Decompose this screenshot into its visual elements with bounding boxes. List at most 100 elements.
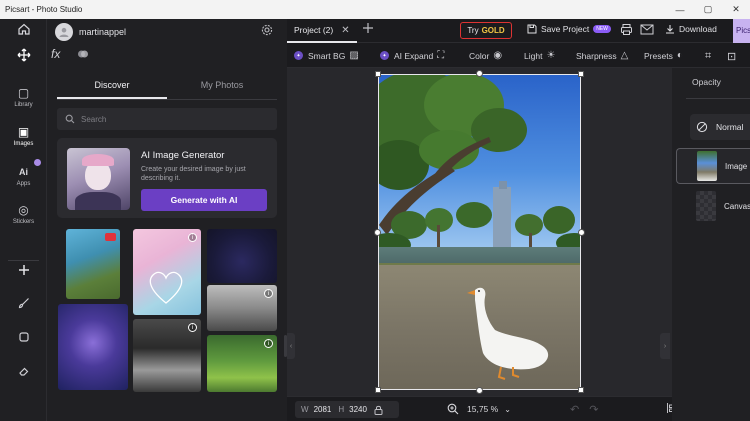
ai-badge-icon: ✦: [294, 51, 303, 60]
eraser-icon: [18, 367, 28, 376]
sharpness-button[interactable]: Sharpness △: [576, 50, 628, 61]
generate-with-ai-button[interactable]: Generate with AI: [141, 189, 267, 211]
photo-thumbnail[interactable]: i: [133, 229, 201, 315]
presets-button[interactable]: Presets ◐: [644, 50, 683, 61]
email-button[interactable]: [640, 23, 654, 39]
window-controls: — ▢ ✕: [666, 0, 750, 19]
apps-icon: Ai: [19, 167, 28, 177]
print-icon: [621, 24, 632, 35]
zoom-control[interactable]: 15,75 % ⌄: [447, 403, 511, 415]
move-tool-button[interactable]: [0, 48, 47, 64]
resize-handle-nw[interactable]: [375, 71, 381, 77]
dimensions-field[interactable]: W 2081 H 3240: [295, 401, 399, 418]
save-project-button[interactable]: Save Project NEW: [527, 24, 611, 34]
sun-icon: ☀: [546, 50, 556, 61]
shape-tool-button[interactable]: [0, 331, 47, 345]
save-icon: [527, 24, 537, 34]
layer-thumbnail: [697, 151, 717, 181]
info-icon[interactable]: i: [264, 339, 273, 348]
info-icon[interactable]: i: [188, 323, 197, 332]
photo-thumbnail[interactable]: i: [207, 285, 277, 331]
tool-label: AI Expand: [394, 50, 434, 61]
rail-item-stickers[interactable]: ◎ Stickers: [0, 203, 47, 225]
tab-discover[interactable]: Discover: [57, 77, 167, 99]
lock-icon[interactable]: [374, 405, 383, 415]
undo-icon[interactable]: ↶: [570, 404, 589, 416]
new-project-button[interactable]: [362, 21, 374, 37]
resize-handle-w[interactable]: [374, 229, 381, 236]
zoom-in-icon[interactable]: [447, 403, 459, 415]
close-window-button[interactable]: ✕: [722, 0, 750, 19]
photo-thumbnail[interactable]: i: [207, 335, 277, 392]
download-button[interactable]: Download: [665, 24, 717, 34]
picsart-brand-button[interactable]: Picsart: [733, 19, 750, 43]
tab-project[interactable]: Project (2) ✕: [287, 19, 357, 43]
transform-button[interactable]: ⊡: [727, 50, 736, 63]
collapse-left-panel-button[interactable]: ‹: [287, 333, 295, 359]
resize-handle-n[interactable]: [476, 70, 483, 77]
ai-expand-button[interactable]: ✦ AI Expand ⛶: [380, 50, 444, 61]
premium-badge: [105, 233, 116, 241]
settings-button[interactable]: [261, 24, 273, 39]
redo-icon[interactable]: ↷: [589, 404, 608, 416]
chevron-down-icon[interactable]: ⌄: [504, 405, 511, 414]
rail-item-apps[interactable]: Ai Apps: [0, 165, 47, 187]
resize-handle-s[interactable]: [476, 387, 483, 394]
blend-mode-select[interactable]: Normal: [690, 114, 750, 140]
add-button[interactable]: [0, 263, 47, 279]
color-button[interactable]: Color ◉: [469, 50, 502, 61]
maximize-button[interactable]: ▢: [694, 0, 722, 19]
goose-shape: [467, 287, 549, 380]
user-profile[interactable]: martinappel: [55, 21, 126, 43]
tab-divider: [686, 98, 750, 99]
collapse-right-panel-button[interactable]: ›: [660, 333, 670, 359]
library-icon: ▢: [17, 86, 30, 100]
smart-bg-button[interactable]: ✦ Smart BG ▨: [294, 50, 359, 61]
layer-item-canvas[interactable]: Canvas: [676, 188, 750, 224]
brush-tool-button[interactable]: [0, 297, 47, 311]
resize-handle-e[interactable]: [578, 229, 585, 236]
info-icon[interactable]: i: [188, 233, 197, 242]
color-icon: ◉: [493, 50, 503, 61]
layer-item-image[interactable]: Image: [676, 148, 750, 184]
rail-item-images[interactable]: ▣ Images: [0, 125, 47, 147]
info-icon[interactable]: i: [264, 289, 273, 298]
fx-button[interactable]: fx: [51, 47, 60, 61]
height-value[interactable]: 3240: [349, 405, 367, 414]
layers-panel: Opacity Normal Image Canvas: [672, 68, 750, 421]
rail-divider: [8, 260, 39, 261]
try-gold-button[interactable]: Try GOLD: [460, 22, 512, 39]
light-button[interactable]: Light ☀: [524, 50, 555, 61]
zoom-level: 15,75 %: [467, 404, 499, 414]
gear-icon: [261, 24, 273, 36]
rail-item-library[interactable]: ▢ Library: [0, 86, 47, 108]
close-tab-icon[interactable]: ✕: [341, 25, 349, 36]
photo-thumbnail[interactable]: [207, 229, 277, 283]
search-input[interactable]: Search: [57, 108, 277, 130]
rail-item-label: Library: [14, 102, 33, 108]
tab-my-photos[interactable]: My Photos: [167, 77, 277, 99]
height-label: H: [338, 405, 345, 414]
effects-row: fx: [51, 47, 90, 61]
ai-generator-card: AI Image Generator Create your desired i…: [57, 138, 277, 218]
width-value[interactable]: 2081: [314, 405, 332, 414]
tool-label: Sharpness: [576, 50, 617, 61]
resize-handle-sw[interactable]: [375, 387, 381, 393]
canvas-image[interactable]: [378, 74, 581, 390]
tab-opacity[interactable]: Opacity: [692, 77, 721, 87]
discover-panel: martinappel fx Discover My Photos Search…: [47, 19, 287, 421]
crop-button[interactable]: ⌗: [705, 50, 711, 63]
drop-icon: △: [620, 50, 629, 61]
minimize-button[interactable]: —: [666, 0, 694, 19]
blend-shapes-icon[interactable]: [76, 47, 90, 61]
photo-thumbnail[interactable]: [58, 304, 128, 390]
home-button[interactable]: [0, 22, 47, 38]
tool-label: Presets: [644, 50, 673, 61]
eraser-tool-button[interactable]: [0, 365, 47, 379]
resize-handle-ne[interactable]: [578, 71, 584, 77]
photo-thumbnail[interactable]: [66, 229, 120, 299]
resize-handle-se[interactable]: [578, 387, 584, 393]
brush-icon: [18, 298, 29, 309]
photo-thumbnail[interactable]: i: [133, 319, 201, 392]
print-button[interactable]: [620, 23, 633, 39]
